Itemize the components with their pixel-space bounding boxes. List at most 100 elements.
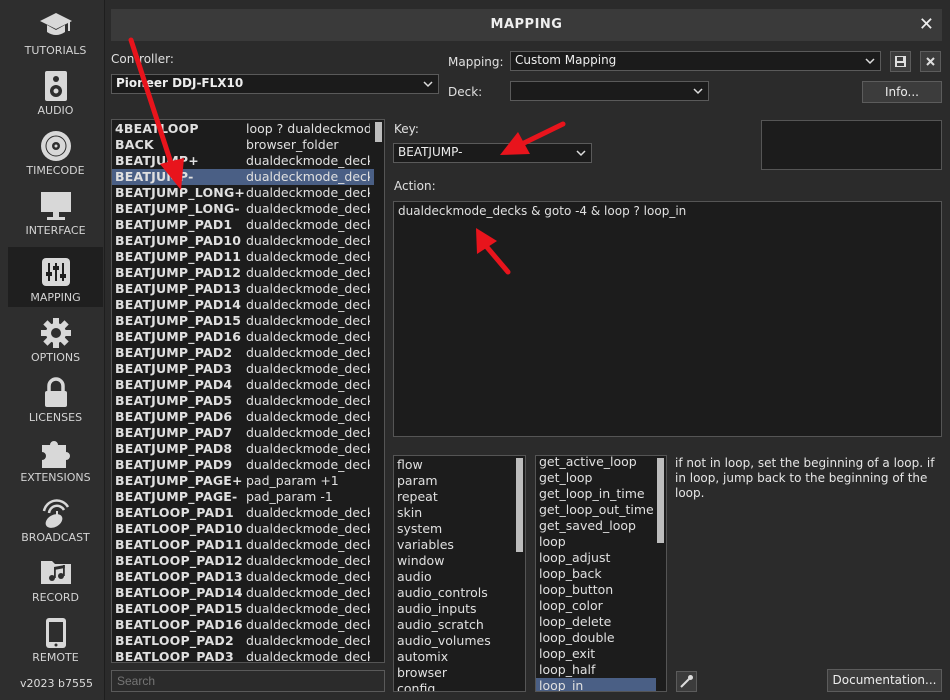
key-list-row[interactable]: BEATLOOP_PAD13 dualdeckmode_decks — [112, 569, 384, 585]
category-item[interactable]: skin — [394, 505, 525, 521]
verb-item[interactable]: loop_exit — [536, 646, 666, 662]
search-input[interactable] — [111, 670, 385, 692]
category-item[interactable]: variables — [394, 537, 525, 553]
sidebar-item-tutorials[interactable]: TUTORIALS — [8, 0, 103, 60]
key-list-row[interactable]: BEATJUMP_PAD4 dualdeckmode_decks — [112, 377, 384, 393]
sidebar-item-remote[interactable]: REMOTE — [8, 607, 103, 667]
key-list-row[interactable]: BEATJUMP_LONG-dualdeckmode_decks — [112, 201, 384, 217]
key-list-row[interactable]: BEATJUMP_PAD1 dualdeckmode_decks — [112, 217, 384, 233]
key-list-row[interactable]: 4BEATLOOP loop ? dualdeckmode — [112, 121, 384, 137]
sidebar-item-timecode[interactable]: TIMECODE — [8, 120, 103, 180]
key-list-row[interactable]: BEATLOOP_PAD2 dualdeckmode_decks — [112, 633, 384, 649]
key-list-row[interactable]: BEATJUMP_PAD3 dualdeckmode_decks — [112, 361, 384, 377]
sidebar-item-record[interactable]: RECORD — [8, 547, 103, 607]
save-mapping-button[interactable] — [890, 51, 911, 72]
verb-item[interactable]: loop_button — [536, 582, 666, 598]
key-list-row[interactable]: BEATJUMP_PAGE-pad_param -1 — [112, 489, 384, 505]
key-list-row[interactable]: BEATJUMP_PAD7 dualdeckmode_decks — [112, 425, 384, 441]
verb-item[interactable]: loop_half — [536, 662, 666, 678]
key-list-row[interactable]: BEATJUMP-dualdeckmode_decks — [112, 169, 384, 185]
key-list-row[interactable]: BEATJUMP_PAD8 dualdeckmode_decks — [112, 441, 384, 457]
category-list-scrollbar[interactable] — [515, 456, 525, 691]
mapping-select[interactable]: Custom Mapping — [510, 51, 881, 71]
key-list-row[interactable]: BEATJUMP_PAD16 dualdeckmode_decks — [112, 329, 384, 345]
key-list-row[interactable]: BEATJUMP_LONG+dualdeckmode_decks — [112, 185, 384, 201]
verb-item[interactable]: get_loop_out_time — [536, 502, 666, 518]
key-list-row[interactable]: BEATLOOP_PAD3 dualdeckmode_decks — [112, 649, 384, 662]
category-item[interactable]: repeat — [394, 489, 525, 505]
category-item[interactable]: audio_scratch — [394, 617, 525, 633]
key-list-row[interactable]: BEATJUMP_PAD15 dualdeckmode_decks — [112, 313, 384, 329]
key-list-row[interactable]: BEATLOOP_PAD15 dualdeckmode_decks — [112, 601, 384, 617]
verb-item[interactable]: loop_back — [536, 566, 666, 582]
verb-item[interactable]: get_loop_in_time — [536, 486, 666, 502]
key-list-row[interactable]: BEATJUMP_PAD9 dualdeckmode_decks — [112, 457, 384, 473]
key-list-scrollbar[interactable] — [374, 120, 384, 662]
info-button[interactable]: Info... — [862, 81, 942, 103]
sidebar-item-options[interactable]: OPTIONS — [8, 307, 103, 367]
verb-item[interactable]: get_saved_loop — [536, 518, 666, 534]
deck-select[interactable] — [510, 81, 709, 101]
scrollbar-thumb[interactable] — [516, 458, 523, 552]
key-list-row[interactable]: BEATJUMP_PAD14 dualdeckmode_decks — [112, 297, 384, 313]
category-item[interactable]: flow — [394, 457, 525, 473]
key-list-row[interactable]: BEATLOOP_PAD12 dualdeckmode_decks — [112, 553, 384, 569]
key-list-row[interactable]: BEATJUMP_PAD6 dualdeckmode_decks — [112, 409, 384, 425]
verb-item[interactable]: loop — [536, 534, 666, 550]
verb-item[interactable]: loop_adjust — [536, 550, 666, 566]
scrollbar-thumb[interactable] — [375, 122, 382, 142]
category-item[interactable]: system — [394, 521, 525, 537]
key-list-row[interactable]: BEATJUMP_PAD5 dualdeckmode_decks — [112, 393, 384, 409]
documentation-button[interactable]: Documentation... — [827, 669, 942, 692]
key-list-row[interactable]: BEATJUMP_PAD10 dualdeckmode_decks — [112, 233, 384, 249]
category-item[interactable]: audio — [394, 569, 525, 585]
delete-mapping-button[interactable] — [920, 51, 941, 72]
verb-item[interactable]: loop_double — [536, 630, 666, 646]
key-list-row[interactable]: BEATLOOP_PAD14 dualdeckmode_decks — [112, 585, 384, 601]
verb-list[interactable]: get_active_loop get_loop get_loop_in_time g… — [535, 455, 667, 692]
key-action: dualdeckmode_decks — [246, 505, 370, 520]
scrollbar-thumb[interactable] — [657, 458, 664, 543]
key-list-row[interactable]: BEATJUMP+ dualdeckmode_decks — [112, 153, 384, 169]
sidebar-item-licenses[interactable]: LICENSES — [8, 367, 103, 427]
verb-item[interactable]: get_active_loop — [536, 456, 666, 470]
pick-verb-button[interactable] — [676, 671, 697, 692]
category-item[interactable]: automix — [394, 649, 525, 665]
verb-item[interactable]: loop_color — [536, 598, 666, 614]
sidebar-item-extensions[interactable]: EXTENSIONS — [8, 427, 103, 487]
category-item[interactable]: audio_controls — [394, 585, 525, 601]
key-list-row[interactable]: BEATJUMP_PAD11 dualdeckmode_decks — [112, 249, 384, 265]
verb-list-scrollbar[interactable] — [656, 456, 666, 691]
category-list[interactable]: flow param repeat skin system variables window… — [393, 455, 526, 692]
category-item[interactable]: browser — [394, 665, 525, 681]
key-list-row[interactable]: BEATJUMP_PAGE+ pad_param +1 — [112, 473, 384, 489]
key-list-row[interactable]: BEATLOOP_PAD1 dualdeckmode_decks — [112, 505, 384, 521]
key-select[interactable]: BEATJUMP- — [393, 143, 592, 163]
sliders-icon — [41, 258, 70, 286]
key-list[interactable]: 4BEATLOOP loop ? dualdeckmode BACK browser_… — [111, 119, 385, 663]
category-item[interactable]: audio_volumes — [394, 633, 525, 649]
key-list-row[interactable]: BEATLOOP_PAD11 dualdeckmode_decks — [112, 537, 384, 553]
category-item[interactable]: audio_inputs — [394, 601, 525, 617]
key-list-row[interactable]: BACK browser_folder — [112, 137, 384, 153]
key-list-row[interactable]: BEATJUMP_PAD12 dualdeckmode_decks — [112, 265, 384, 281]
key-list-row[interactable]: BEATLOOP_PAD16 dualdeckmode_decks — [112, 617, 384, 633]
sidebar-item-interface[interactable]: INTERFACE — [8, 180, 103, 240]
verb-item[interactable]: loop_delete — [536, 614, 666, 630]
key-action: dualdeckmode_decks — [246, 585, 370, 600]
category-item[interactable]: config — [394, 681, 525, 691]
key-list-row[interactable]: BEATJUMP_PAD2 dualdeckmode_decks — [112, 345, 384, 361]
category-item[interactable]: window — [394, 553, 525, 569]
sidebar-item-audio[interactable]: AUDIO — [8, 60, 103, 120]
verb-item[interactable]: loop_in — [536, 678, 666, 691]
key-list-row[interactable]: BEATJUMP_PAD13 dualdeckmode_decks — [112, 281, 384, 297]
broadcast-icon — [42, 499, 69, 528]
sidebar-item-mapping[interactable]: MAPPING — [8, 247, 103, 307]
controller-select[interactable]: Pioneer DDJ-FLX10 — [111, 74, 439, 94]
category-item[interactable]: param — [394, 473, 525, 489]
action-editor[interactable]: dualdeckmode_decks & goto -4 & loop ? lo… — [393, 201, 942, 437]
close-icon[interactable]: ✕ — [919, 14, 934, 35]
sidebar-item-broadcast[interactable]: BROADCAST — [8, 487, 103, 547]
key-list-row[interactable]: BEATLOOP_PAD10 dualdeckmode_decks — [112, 521, 384, 537]
verb-item[interactable]: get_loop — [536, 470, 666, 486]
